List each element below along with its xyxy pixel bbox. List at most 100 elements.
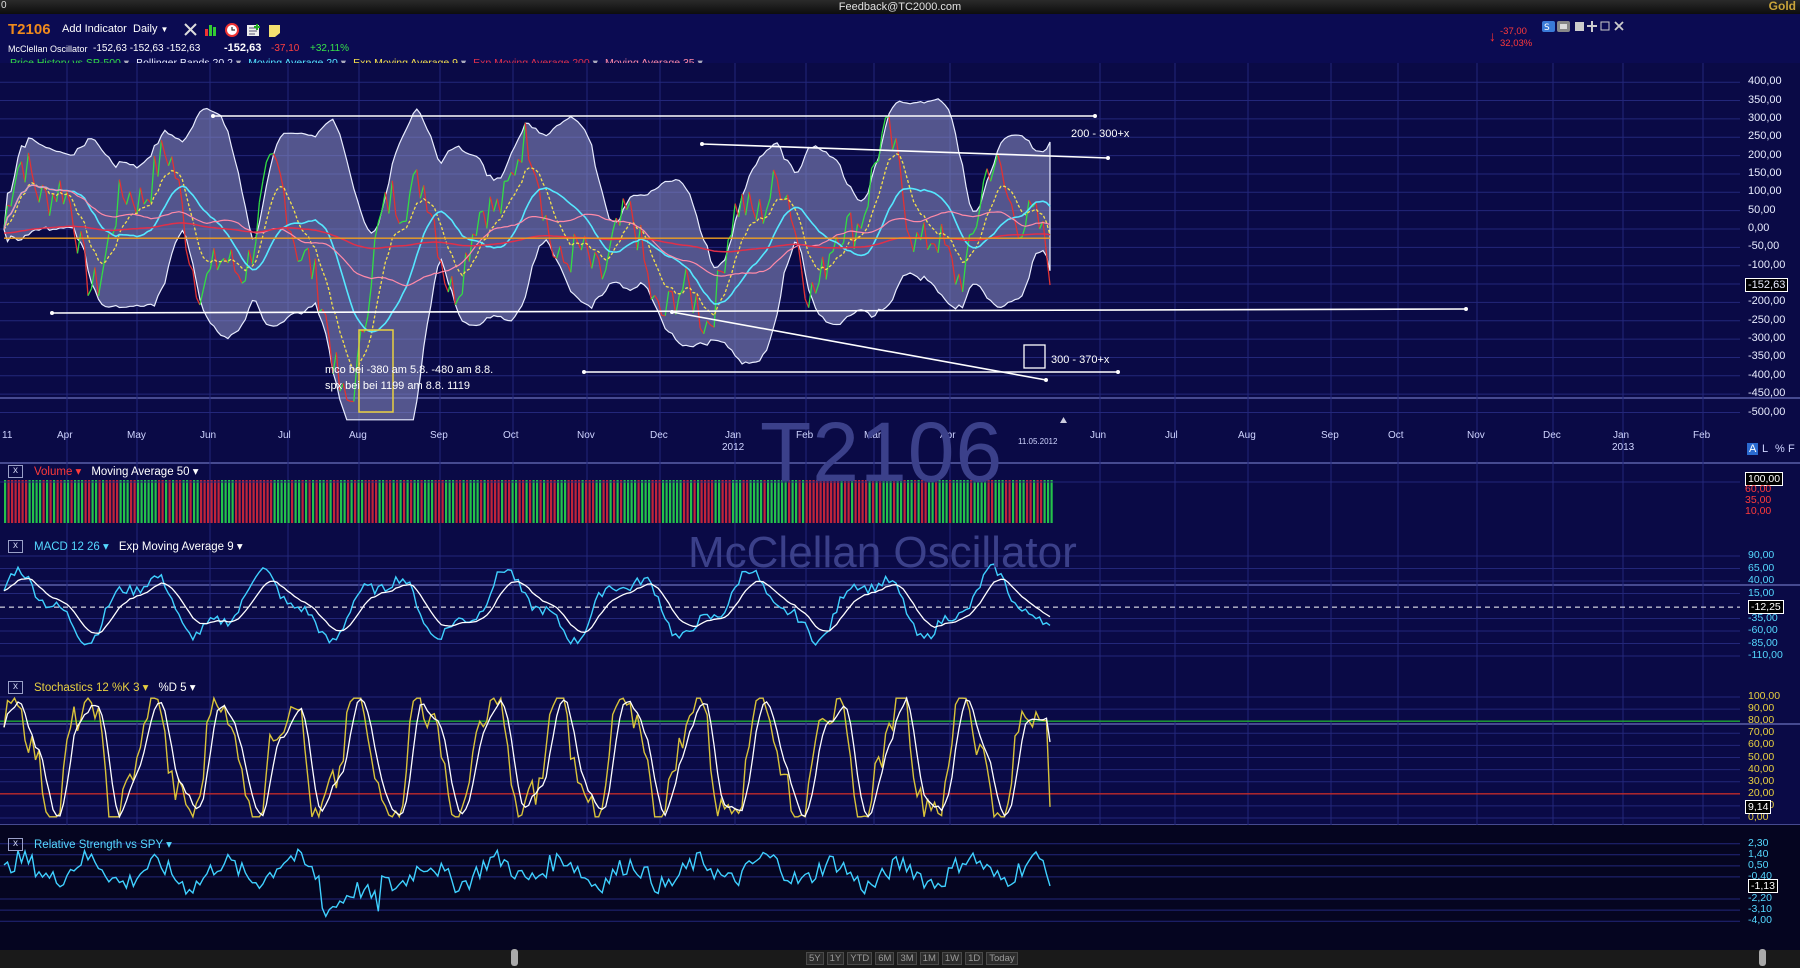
volume-bar [287,480,290,523]
volume-bar [140,480,143,523]
close-panel-button[interactable]: x [8,838,23,851]
axis-tick-label: 30,00 [1748,774,1775,787]
volume-title[interactable]: Volume ▾ [34,464,81,478]
month-label: Oct [1388,430,1404,441]
volume-bar [333,480,336,523]
volume-bar [1015,480,1018,523]
volume-bar [490,480,493,523]
volume-bar [756,480,759,523]
volume-bar [364,480,367,523]
axis-tick-label: 100,00 [1748,690,1781,702]
month-label: Nov [1467,430,1485,441]
volume-bar [49,480,52,523]
volume-bar [564,480,567,523]
axis-tick-label: 90,00 [1748,549,1775,561]
stoch-d[interactable]: %D 5 ▾ [158,680,195,694]
volume-ma[interactable]: Moving Average 50 ▾ [91,464,198,478]
month-label: Oct [503,430,519,441]
date-marker: 11.05.2012 [1018,437,1058,446]
scroll-handle-left[interactable] [511,949,518,966]
volume-bar [70,480,73,523]
axis-tick-label: 90,00 [1748,702,1775,715]
volume-bar [588,480,591,523]
volume-bar [557,480,560,523]
annotation-text: 200 - 300+x [1071,128,1130,140]
volume-bar [658,480,661,523]
volume-bar [431,480,434,523]
volume-bar [567,480,570,523]
volume-bar [291,480,294,523]
volume-bar [392,480,395,523]
volume-bar [560,480,563,523]
timeframe-button-ytd[interactable]: YTD [847,952,873,965]
volume-bar [452,480,455,523]
scale-button-F[interactable]: F [1786,443,1797,455]
volume-bar [77,480,80,523]
volume-bar [256,480,259,523]
volume-bar [46,480,49,523]
volume-bar [634,480,637,523]
close-panel-button[interactable]: x [8,465,23,478]
macd-ema[interactable]: Exp Moving Average 9 ▾ [119,539,243,553]
volume-bar [354,480,357,523]
volume-bar [109,480,112,523]
timeframe-button-1w[interactable]: 1W [941,952,963,965]
volume-bar [585,480,588,523]
timeframe-button-1m[interactable]: 1M [919,952,939,965]
volume-bar [116,480,119,523]
close-panel-button[interactable]: x [8,681,23,694]
month-label: May [127,430,146,441]
month-label: Jun [1090,430,1107,441]
volume-bar [655,480,658,523]
last-value-badge: 9,14 [1745,799,1772,814]
scale-button-A[interactable]: A [1747,443,1759,455]
volume-bar [249,480,252,523]
volume-bar [7,480,10,523]
volume-bar [1050,480,1053,523]
macd-title[interactable]: MACD 12 26 ▾ [34,539,109,553]
volume-bar [417,480,420,523]
timeframe-button-3m[interactable]: 3M [897,952,917,965]
axis-tick-label: 40,00 [1748,762,1775,775]
volume-bar [277,480,280,523]
close-panel-button[interactable]: x [8,540,23,553]
axis-tick-label: -500,00 [1748,405,1786,418]
volume-bar [336,480,339,523]
volume-bar [158,480,161,523]
volume-bar [1005,480,1008,523]
volume-bar [487,480,490,523]
volume-bar [399,480,402,523]
timeframe-button-today[interactable]: Today [986,952,1018,965]
volume-bar [231,480,234,523]
axis-tick-label: 150,00 [1748,166,1782,179]
volume-bar [350,480,353,523]
price-segment [297,259,302,262]
timeframe-button-5y[interactable]: 5Y [806,952,824,965]
month-label: Aug [1238,430,1256,441]
stoch-title[interactable]: Stochastics 12 %K 3 ▾ [34,680,148,694]
volume-bar [280,480,283,523]
volume-bar [105,480,108,523]
volume-bar [546,480,549,523]
axis-tick-label: 15,00 [1748,586,1775,599]
month-label: Jan [1613,430,1630,441]
axis-tick-label: 50,00 [1748,203,1776,216]
volume-bar [382,480,385,523]
volume-bar [637,480,640,523]
volume-bar [98,480,101,523]
timeframe-button-1d[interactable]: 1D [965,952,984,965]
volume-bar [308,480,311,523]
volume-bar [259,480,262,523]
scale-button-L[interactable]: L [1760,443,1770,455]
volume-bar [438,480,441,523]
volume-bar [602,480,605,523]
volume-bar [518,480,521,523]
axis-tick-label: -250,00 [1748,313,1786,326]
timeframe-button-6m[interactable]: 6M [875,952,895,965]
volume-bar [749,480,752,523]
scroll-handle-right[interactable] [1759,949,1766,966]
axis-tick-label: 400,00 [1748,75,1782,88]
rs-title[interactable]: Relative Strength vs SPY ▾ [34,837,172,851]
scale-button-%[interactable]: % [1773,443,1787,455]
timeframe-button-1y[interactable]: 1Y [826,952,845,965]
